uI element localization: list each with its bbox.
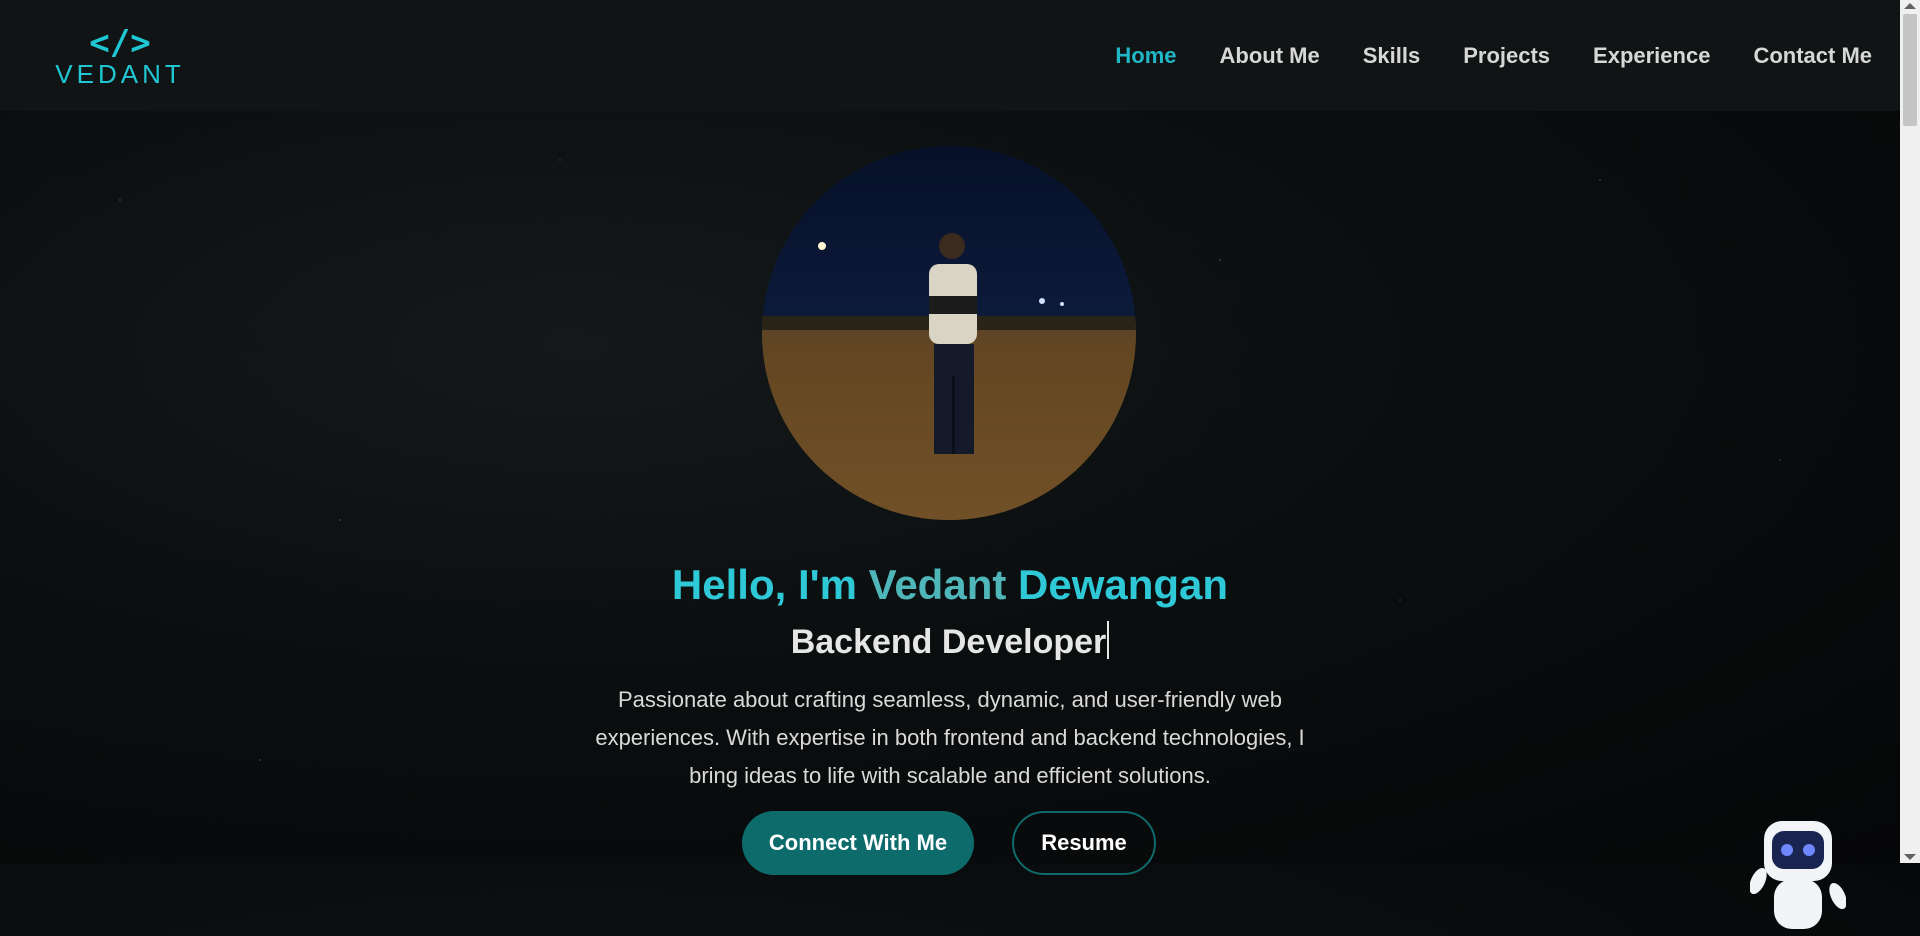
scroll-thumb[interactable] (1903, 14, 1917, 126)
nav-experience[interactable]: Experience (1593, 43, 1710, 69)
typing-caret (1107, 621, 1110, 659)
nav-projects[interactable]: Projects (1463, 43, 1550, 69)
nav-about[interactable]: About Me (1220, 43, 1320, 69)
page-scrollbar[interactable] (1900, 0, 1920, 863)
hero-description: Passionate about crafting seamless, dyna… (595, 687, 1305, 788)
resume-button[interactable]: Resume (1012, 811, 1156, 875)
nav-menu: Home About Me Skills Projects Experience… (1115, 43, 1872, 69)
hero-role: Backend Developer (0, 621, 1900, 662)
robot-icon[interactable] (1749, 821, 1847, 931)
nav-home[interactable]: Home (1115, 43, 1176, 69)
hero-greeting: Hello, I'm Vedant Dewangan (0, 561, 1900, 609)
profile-photo (762, 146, 1136, 520)
nav-contact[interactable]: Contact Me (1753, 43, 1872, 69)
role-text: Backend Developer (790, 623, 1107, 661)
navbar: </> VEDANT Home About Me Skills Projects… (0, 0, 1900, 111)
logo-text: VEDANT (55, 58, 185, 89)
logo[interactable]: </> VEDANT (55, 22, 180, 87)
connect-button[interactable]: Connect With Me (742, 811, 974, 875)
greeting-surname: Dewangan (1018, 561, 1229, 608)
nav-skills[interactable]: Skills (1363, 43, 1420, 69)
scroll-down-icon[interactable] (1904, 854, 1916, 860)
greeting-name: Vedant (868, 561, 1007, 608)
greeting-start: Hello, I'm (671, 561, 857, 608)
scroll-up-icon[interactable] (1904, 3, 1916, 9)
hero-section: Hello, I'm Vedant Dewangan Backend Devel… (0, 111, 1900, 929)
code-icon: </> (89, 22, 151, 63)
